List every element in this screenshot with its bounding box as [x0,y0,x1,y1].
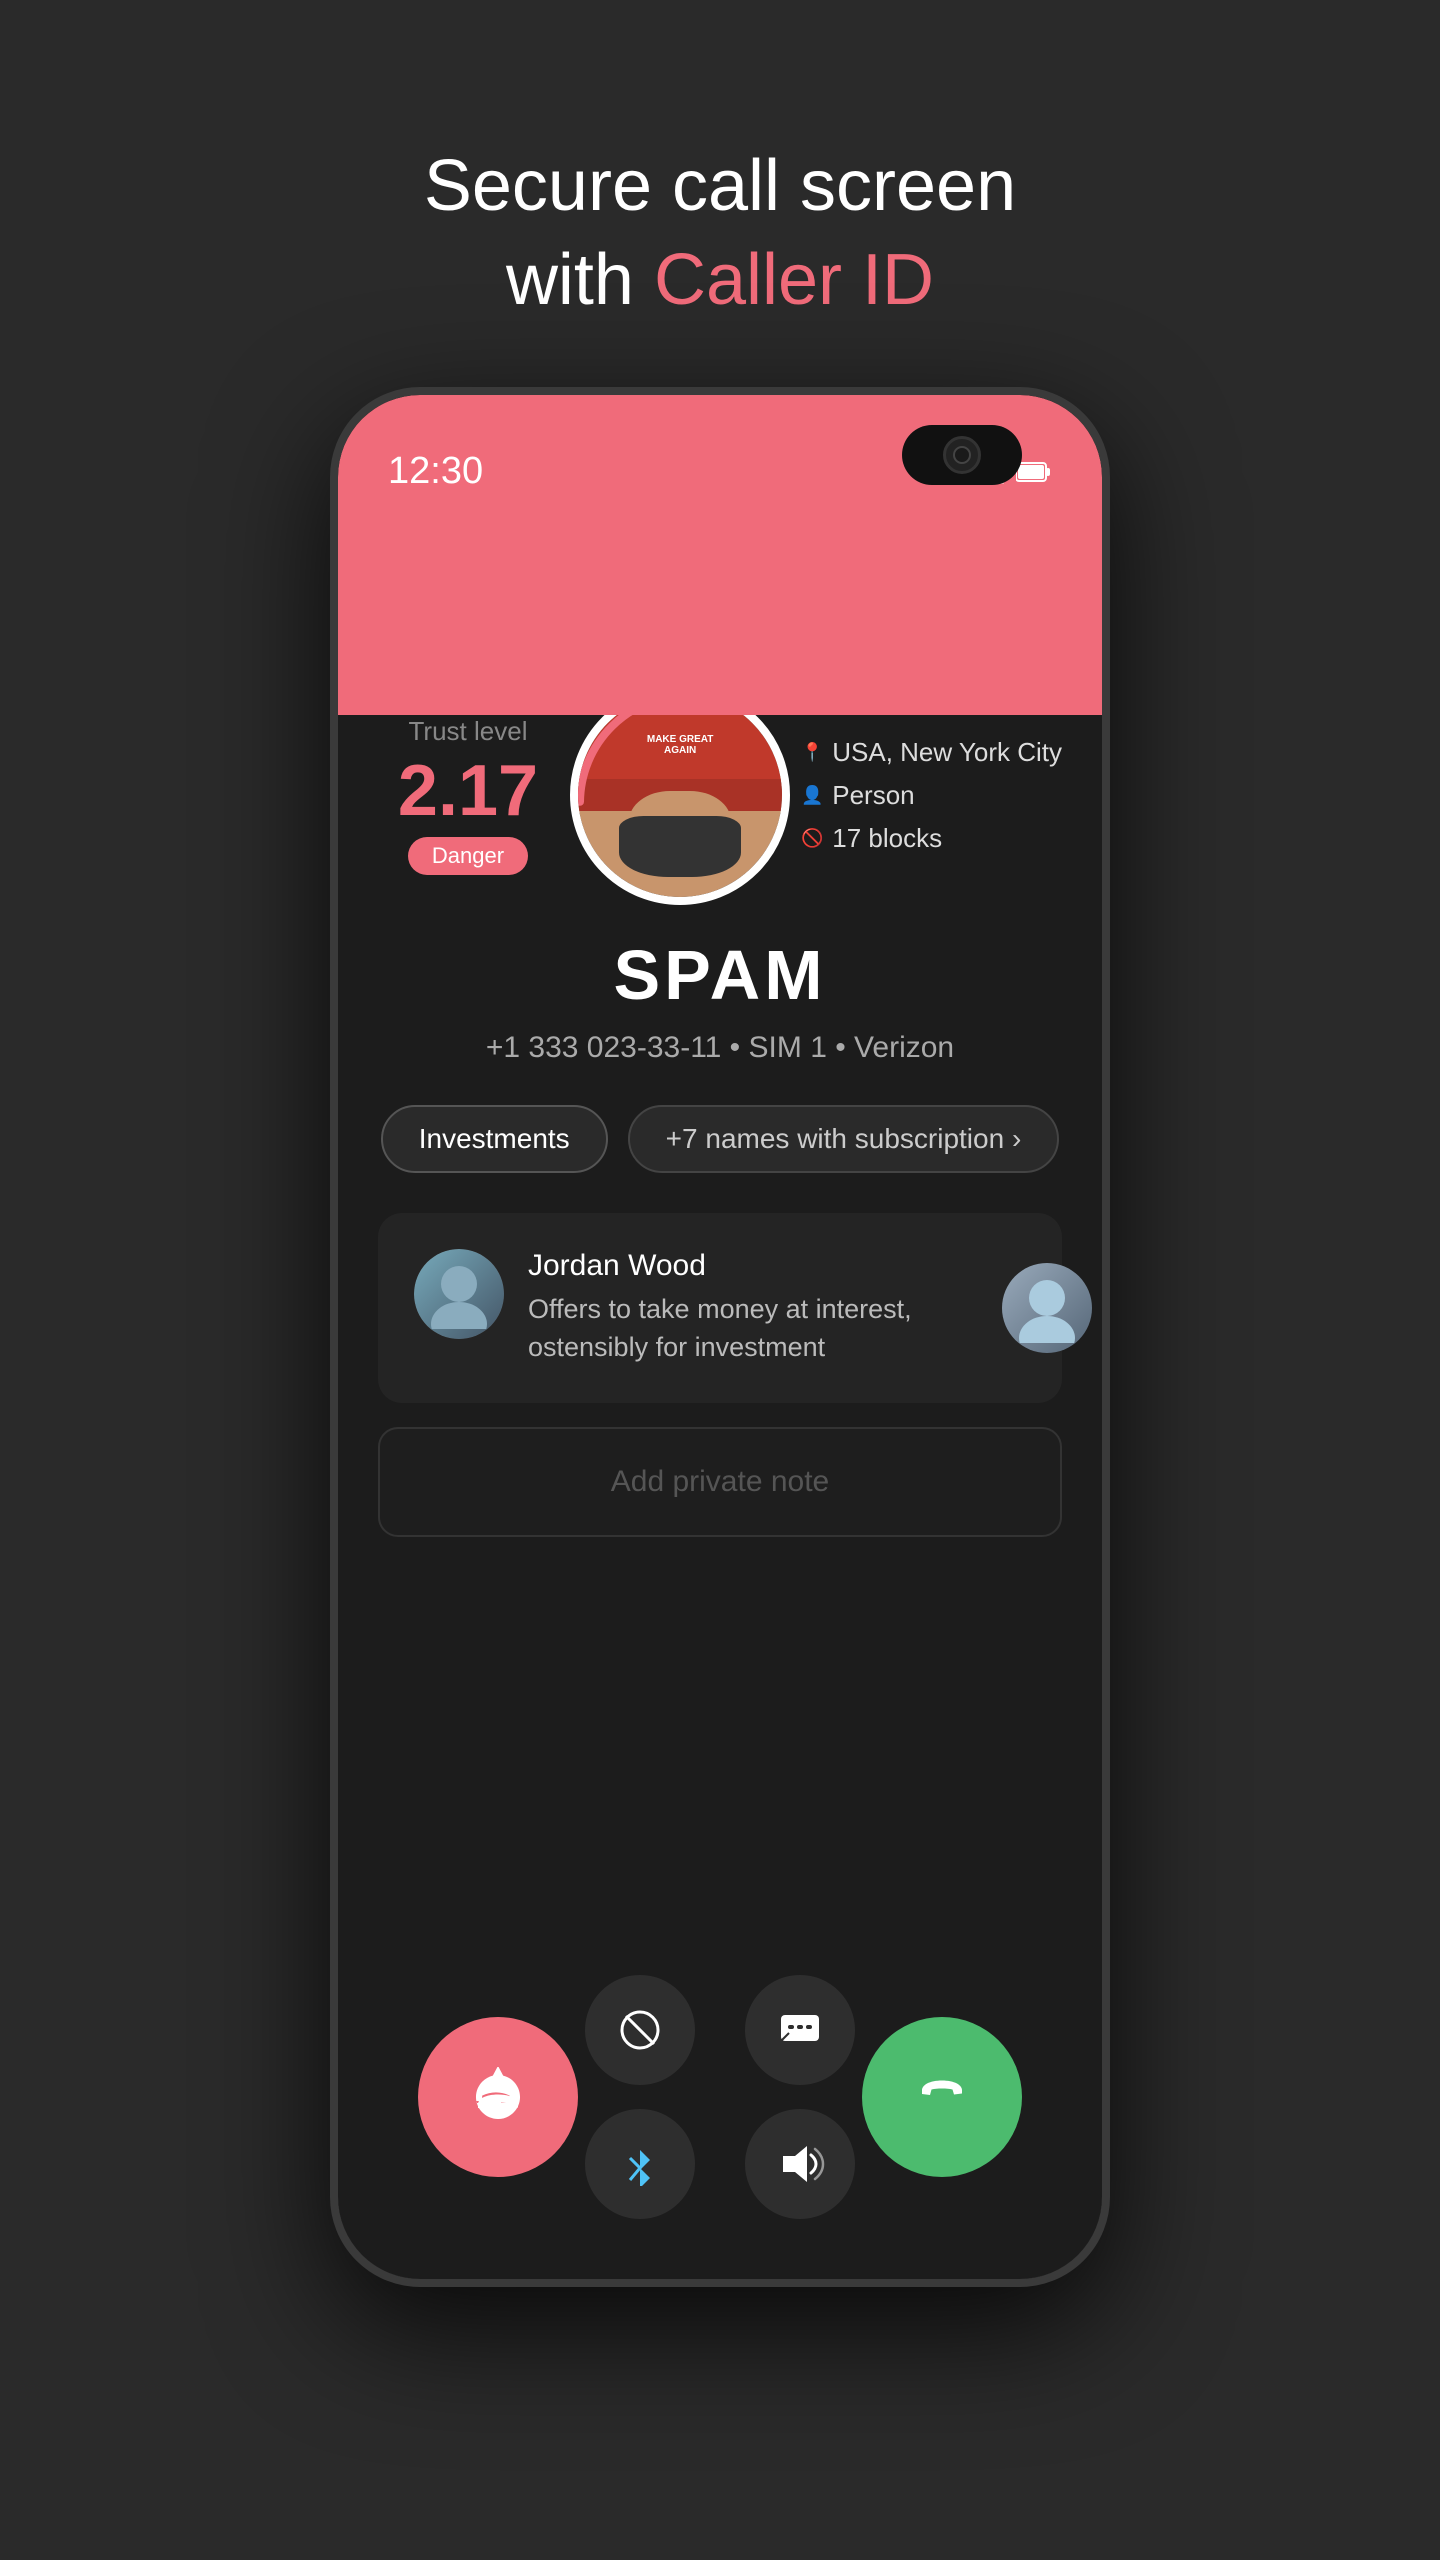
speaker-button[interactable] [745,2109,855,2219]
location-info: 📍 USA, New York City 👤 Person 🚫 17 block… [802,737,1062,854]
camera-lens [943,436,981,474]
title-line1: Secure call screen [424,140,1016,234]
bluetooth-button[interactable] [585,2109,695,2219]
commenter-avatar [414,1249,504,1339]
comment-text: Offers to take money at interest, ostens… [528,1291,1026,1367]
tag-subscription[interactable]: +7 names with subscription › [628,1105,1060,1173]
location-country: 📍 USA, New York City [802,737,1062,768]
block-button[interactable] [585,1975,695,2085]
blocks-text: 17 blocks [832,823,942,854]
trust-number: 2.17 [398,755,538,827]
title-with: with [506,240,654,320]
trust-level: Trust level 2.17 Danger [378,716,558,875]
location-text: USA, New York City [832,737,1062,768]
note-placeholder: Add private note [611,1465,829,1498]
caller-section: Trust level 2.17 Danger [338,685,1102,1587]
action-bar [338,1975,1102,2219]
info-row: Trust level 2.17 Danger [378,685,1062,905]
caller-name: SPAM [613,935,826,1015]
camera-cutout [902,425,1022,485]
battery-icon [1016,457,1052,491]
mid-row-bottom [585,2109,855,2219]
block-icon: 🚫 [802,828,822,848]
location-blocks: 🚫 17 blocks [802,823,1062,854]
tags-row: Investments +7 names with subscription › [378,1105,1062,1173]
trust-label: Trust level [409,716,528,747]
decline-button[interactable] [418,2017,578,2177]
title-line2: with Caller ID [424,234,1016,328]
phone-shell: 12:30 [330,387,1110,2287]
main-actions-row [398,1975,1042,2219]
note-area[interactable]: Add private note [378,1427,1062,1537]
caller-avatar-container: MAKE GREAT AGAIN [570,685,790,905]
danger-badge: Danger [408,837,528,875]
location-category: 👤 Person [802,780,1062,811]
side-commenter-avatar [1002,1263,1092,1353]
comment-body: Jordan Wood Offers to take money at inte… [528,1249,1026,1367]
comment-author: Jordan Wood [528,1249,1026,1283]
message-button[interactable] [745,1975,855,2085]
person-icon: 👤 [802,785,822,805]
comment-card: Jordan Wood Offers to take money at inte… [378,1213,1062,1403]
title-accent: Caller ID [654,240,934,320]
camera-lens-inner [953,446,971,464]
caller-avatar-ring: MAKE GREAT AGAIN [570,685,790,905]
mid-actions [585,1975,855,2219]
page-header: Secure call screen with Caller ID [424,140,1016,327]
status-time: 12:30 [388,450,483,493]
phone-screen: 12:30 [338,395,1102,2279]
pin-icon: 📍 [802,742,822,762]
accept-button[interactable] [862,2017,1022,2177]
commenter-avatar-image [414,1249,504,1339]
mid-row-top [585,1975,855,2085]
caller-number: +1 333 023-33-11 • SIM 1 • Verizon [486,1031,954,1065]
category-text: Person [832,780,914,811]
tag-investments[interactable]: Investments [381,1105,608,1173]
